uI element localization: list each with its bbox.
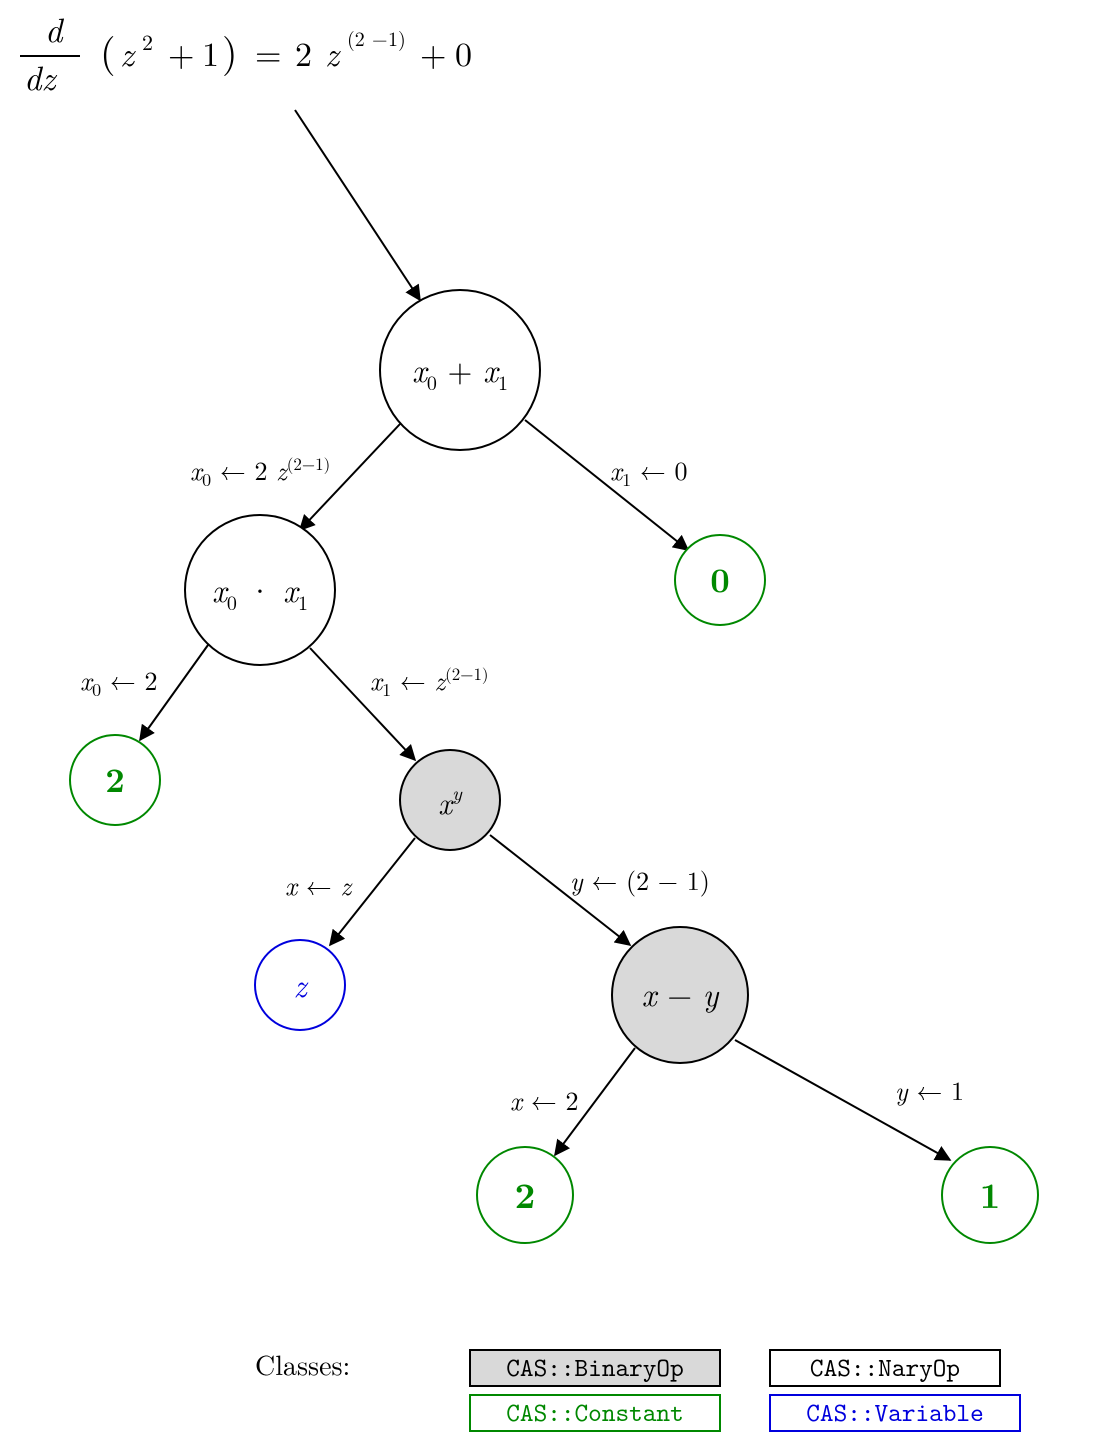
svg-text:x0 + x1: x0 + x1 xyxy=(412,347,508,396)
svg-text:+: + xyxy=(168,28,194,76)
label-sum-prod: x0 ← 2 z(2−1) xyxy=(190,451,330,492)
svg-text:CAS::NaryOp: CAS::NaryOp xyxy=(810,1351,960,1385)
svg-text:1: 1 xyxy=(980,1167,1001,1219)
svg-text:2: 2 xyxy=(142,26,153,57)
label-prod-pow: x1 ← z(2−1) xyxy=(370,661,489,702)
edge-root xyxy=(295,110,420,300)
header-formula: d dz ( z 2 + 1 ) = 2 z (2 − 1) + 0 xyxy=(20,4,472,100)
edge-sum-prod xyxy=(300,424,400,530)
node-zero: 0 xyxy=(675,535,765,625)
svg-text:x0 ← 2 z(2−1): x0 ← 2 z(2−1) xyxy=(190,451,330,492)
label-minus-two: x ← 2 xyxy=(510,1081,578,1118)
svg-text:2: 2 xyxy=(105,754,125,803)
svg-text:x ← 2: x ← 2 xyxy=(510,1081,578,1118)
svg-text:Classes:: Classes: xyxy=(255,1344,350,1384)
svg-text:=: = xyxy=(255,28,281,76)
svg-text:x0 ← 2: x0 ← 2 xyxy=(80,661,157,702)
svg-text:CAS::Variable: CAS::Variable xyxy=(806,1396,983,1430)
node-pow: xy xyxy=(400,750,500,850)
node-two-a: 2 xyxy=(70,735,160,825)
legend: Classes: CAS::BinaryOp CAS::NaryOp CAS::… xyxy=(255,1344,1020,1431)
svg-text:dz: dz xyxy=(24,52,57,100)
svg-text:): ) xyxy=(222,21,238,78)
label-sum-zero: x1 ← 0 xyxy=(610,451,687,492)
node-one: 1 xyxy=(942,1147,1038,1243)
node-minus: x − y xyxy=(612,927,748,1063)
svg-text:CAS::Constant: CAS::Constant xyxy=(506,1396,683,1430)
label-prod-two: x0 ← 2 xyxy=(80,661,157,702)
svg-text:0: 0 xyxy=(455,28,472,76)
svg-text:z: z xyxy=(120,28,136,76)
svg-text:d: d xyxy=(45,4,65,52)
svg-text:z: z xyxy=(293,962,308,1007)
svg-text:x0 · x1: x0 · x1 xyxy=(212,567,308,616)
node-prod: x0 · x1 xyxy=(185,515,335,665)
svg-text:2: 2 xyxy=(295,28,312,76)
svg-text:y ← 1: y ← 1 xyxy=(895,1071,964,1108)
label-minus-one: y ← 1 xyxy=(895,1071,964,1108)
svg-text:y ← (2 − 1): y ← (2 − 1) xyxy=(570,861,710,898)
svg-text:CAS::BinaryOp: CAS::BinaryOp xyxy=(506,1351,683,1385)
svg-text:(: ( xyxy=(100,21,116,78)
svg-text:(2: (2 xyxy=(347,23,365,52)
svg-text:z: z xyxy=(325,28,341,76)
svg-text:−: − xyxy=(372,23,388,52)
svg-text:x ← z: x ← z xyxy=(285,866,353,903)
svg-text:2: 2 xyxy=(515,1167,536,1219)
node-sum: x0 + x1 xyxy=(380,290,540,450)
label-pow-z: x ← z xyxy=(285,866,353,903)
svg-text:x1 ← z(2−1): x1 ← z(2−1) xyxy=(370,661,489,702)
node-z: z xyxy=(255,940,345,1030)
svg-text:1: 1 xyxy=(202,28,219,76)
svg-text:0: 0 xyxy=(710,554,730,603)
svg-text:x − y: x − y xyxy=(642,971,720,1016)
svg-text:x1 ← 0: x1 ← 0 xyxy=(610,451,687,492)
svg-text:+: + xyxy=(420,28,446,76)
label-pow-minus: y ← (2 − 1) xyxy=(570,861,710,898)
svg-text:1): 1) xyxy=(388,23,406,52)
node-two-b: 2 xyxy=(477,1147,573,1243)
